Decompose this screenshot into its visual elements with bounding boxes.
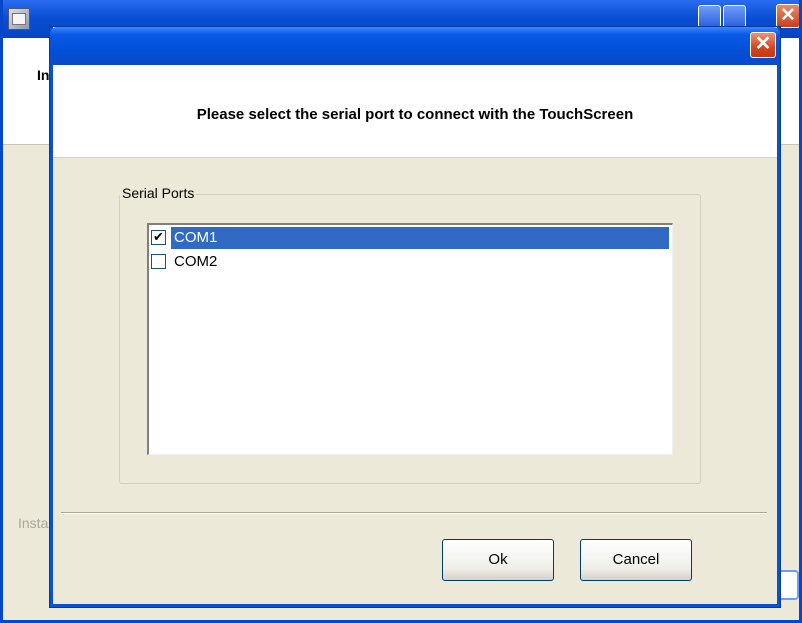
cancel-button[interactable]: Cancel bbox=[580, 539, 692, 581]
port-label-com2: COM2 bbox=[174, 253, 218, 270]
background-maximize-button[interactable] bbox=[723, 5, 746, 28]
dialog-heading: Please select the serial port to connect… bbox=[196, 106, 634, 123]
background-close-button[interactable]: ✕ bbox=[776, 4, 800, 28]
background-header-text: In bbox=[37, 67, 50, 83]
close-icon: ✕ bbox=[754, 33, 772, 55]
serial-ports-group-label: Serial Ports bbox=[120, 185, 197, 201]
serial-port-dialog: ✕ Please select the serial port to conne… bbox=[50, 27, 780, 607]
footer-separator bbox=[61, 512, 767, 514]
port-checkbox-com2[interactable] bbox=[151, 254, 166, 269]
background-footer-text: Insta bbox=[18, 515, 49, 531]
port-item-com2[interactable]: COM2 bbox=[151, 251, 669, 273]
port-item-com1[interactable]: ✔ COM1 bbox=[151, 227, 669, 249]
check-icon: ✔ bbox=[153, 230, 164, 245]
ok-button[interactable]: Ok bbox=[442, 539, 554, 581]
dialog-header: Please select the serial port to connect… bbox=[53, 65, 777, 158]
port-label-com1: COM1 bbox=[171, 227, 669, 249]
dialog-titlebar[interactable]: ✕ bbox=[50, 27, 780, 65]
serial-ports-list[interactable]: ✔ COM1 COM2 bbox=[147, 223, 673, 455]
installer-app-icon bbox=[8, 8, 30, 30]
background-minimize-button[interactable] bbox=[698, 5, 721, 28]
dialog-close-button[interactable]: ✕ bbox=[750, 32, 776, 58]
port-checkbox-com1[interactable]: ✔ bbox=[151, 230, 166, 245]
